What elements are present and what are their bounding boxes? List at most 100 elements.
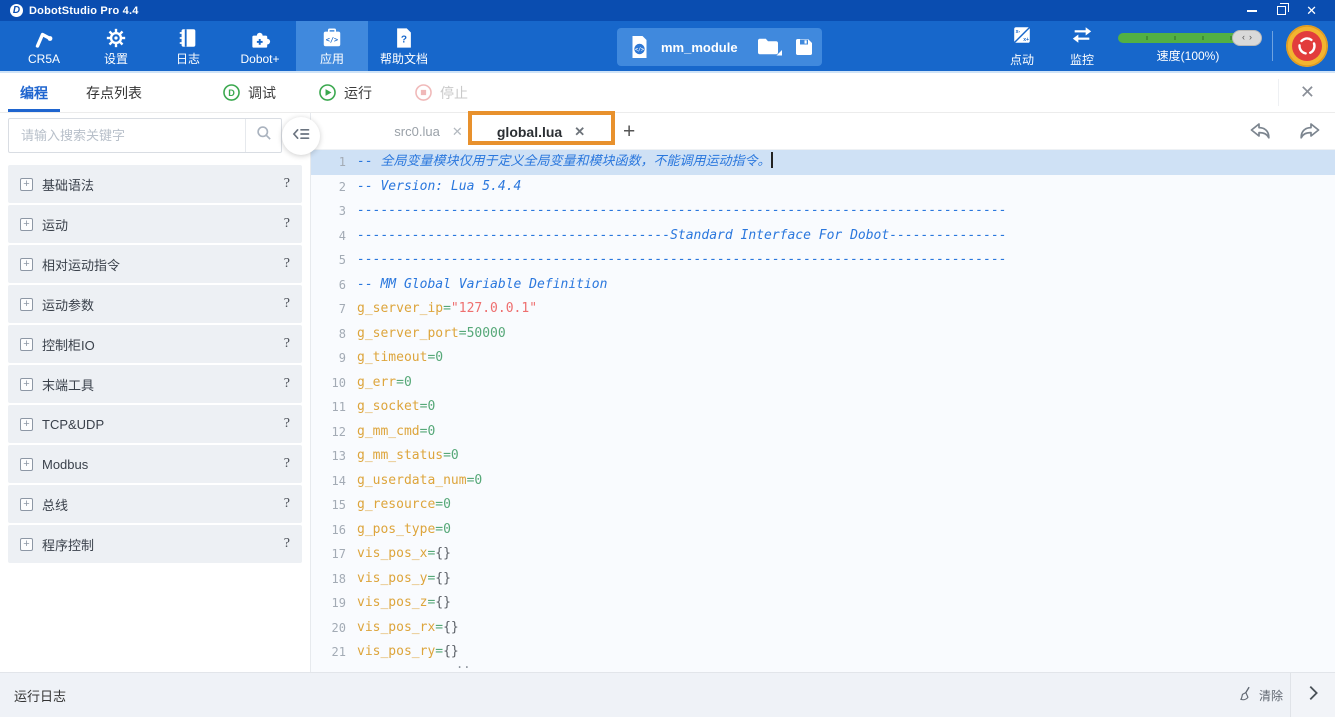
line-number: 19 — [331, 596, 346, 610]
token-variable: vis_pos_y — [357, 570, 428, 586]
token-number: 0 — [443, 521, 451, 537]
help-icon[interactable]: ? — [284, 496, 290, 512]
code-line: 8 g_server_port=50000 — [311, 322, 1335, 347]
token-number: 0 — [450, 448, 459, 463]
search-button[interactable] — [245, 119, 281, 152]
code-area[interactable]: 1 -- 全局变量模块仅用于定义全局变量和模块函数，不能调用运动指令。 2 -- Ve… — [311, 150, 1335, 672]
chevron-right-icon — [1304, 683, 1322, 708]
expand-icon[interactable]: + — [20, 497, 33, 511]
expand-icon[interactable]: + — [20, 537, 33, 551]
sidebar-category[interactable]: + 基础语法? — [8, 165, 302, 203]
undo-icon[interactable] — [1247, 119, 1273, 150]
nav-divider — [1278, 79, 1279, 106]
svg-text:x-: x- — [1016, 29, 1021, 35]
expand-icon[interactable]: + — [20, 217, 33, 231]
close-window-button[interactable]: ✕ — [1306, 4, 1317, 18]
help-icon[interactable]: ? — [284, 416, 290, 432]
line-number: 20 — [331, 620, 346, 635]
expand-icon[interactable]: + — [20, 417, 33, 431]
code-line: 19 vis_pos_z={} — [311, 591, 1335, 616]
stop-button[interactable]: 停止 — [414, 83, 468, 103]
token-variable: g_mm_cmd — [357, 423, 420, 439]
tab-point-list[interactable]: 存点列表 — [74, 73, 154, 112]
code-line: 9 g_timeout=0 — [311, 346, 1335, 371]
toolbar-item-cr5a[interactable]: CR5A — [8, 21, 80, 71]
run-button[interactable]: 运行 — [318, 83, 372, 103]
token-variable: vis_pos_ry — [357, 644, 436, 659]
tab-programming[interactable]: 编程 — [8, 73, 60, 112]
main-toolbar: CR5A 设置 日志 Dobot+ </> 应用? 帮助文档 </> mm_module x… — [0, 21, 1335, 71]
token-number: 0 — [474, 472, 483, 488]
token-comment: ----------------------------------------… — [357, 203, 1007, 218]
help-icon[interactable]: ? — [284, 336, 290, 352]
close-panel-icon[interactable]: ✕ — [1294, 73, 1321, 112]
help-icon[interactable]: ? — [284, 256, 290, 272]
line-number: 21 — [331, 645, 346, 659]
sidebar-category[interactable]: + Modbus? — [8, 445, 302, 483]
minimize-button[interactable] — [1247, 4, 1258, 18]
clear-log-button[interactable]: 清除 — [1238, 673, 1283, 717]
expand-icon[interactable]: + — [20, 177, 33, 191]
token-operator: = — [435, 619, 444, 635]
sidebar-category[interactable]: + 控制柜IO? — [8, 325, 302, 363]
sidebar-category[interactable]: + 末端工具? — [8, 365, 302, 403]
toolbar-item-help-docs[interactable]: ? 帮助文档 — [368, 21, 440, 71]
expand-log-button[interactable] — [1291, 673, 1335, 717]
category-label: 基础语法 — [42, 177, 95, 193]
close-tab-icon[interactable]: ✕ — [574, 124, 585, 140]
save-icon[interactable] — [794, 37, 814, 57]
stop-label: 停止 — [440, 84, 468, 101]
restore-button[interactable] — [1277, 3, 1290, 18]
token-operator: = — [435, 521, 444, 537]
sidebar-category[interactable]: + 相对运动指令? — [8, 245, 302, 283]
code-line: 16 g_pos_type=0 — [311, 518, 1335, 543]
expand-icon[interactable]: + — [20, 297, 33, 311]
token-variable: g_resource — [357, 497, 436, 512]
help-icon[interactable]: ? — [284, 216, 290, 232]
toolbar-item-logs[interactable]: 日志 — [152, 21, 224, 71]
close-tab-icon[interactable]: ✕ — [452, 124, 463, 140]
svg-text:x+: x+ — [1023, 37, 1029, 43]
redo-icon[interactable] — [1297, 119, 1323, 150]
line-number: 8 — [338, 326, 346, 341]
toolbar-item-dobot-plus[interactable]: Dobot+ — [224, 21, 296, 71]
search-input[interactable] — [9, 119, 245, 152]
line-number: 13 — [331, 449, 346, 463]
help-icon[interactable]: ? — [284, 176, 290, 192]
sidebar-category[interactable]: + 程序控制? — [8, 525, 302, 563]
category-label: 末端工具 — [42, 377, 95, 393]
run-log-title: 运行日志 — [14, 688, 67, 704]
category-label: 运动参数 — [42, 297, 95, 313]
toolbar-item-apps[interactable]: </> 应用 — [296, 21, 368, 71]
emergency-stop-button[interactable] — [1285, 24, 1329, 68]
editor-tab-global.lua[interactable]: global.lua ✕ — [471, 113, 611, 150]
open-folder-icon[interactable] — [757, 36, 783, 58]
token-operator: = — [458, 325, 467, 341]
sidebar-category[interactable]: + 运动? — [8, 205, 302, 243]
toolbar-item-settings[interactable]: 设置 — [80, 21, 152, 71]
code-line: 14 g_userdata_num=0 — [311, 469, 1335, 494]
expand-icon[interactable]: + — [20, 337, 33, 351]
speed-slider-track[interactable]: ‹ › — [1118, 29, 1262, 46]
expand-icon[interactable]: + — [20, 457, 33, 471]
expand-icon[interactable]: + — [20, 377, 33, 391]
project-pill[interactable]: </> mm_module — [617, 28, 822, 66]
monitor-button[interactable]: 监控 — [1052, 24, 1112, 68]
jog-button[interactable]: x-x+ 点动 — [992, 24, 1052, 68]
help-icon[interactable]: ? — [284, 296, 290, 312]
expand-icon[interactable]: + — [20, 257, 33, 271]
help-icon[interactable]: ? — [284, 536, 290, 552]
run-label: 运行 — [344, 84, 372, 101]
sidebar-category[interactable]: + 运动参数? — [8, 285, 302, 323]
toolbar-divider — [1272, 31, 1273, 61]
sidebar-category[interactable]: + 总线? — [8, 485, 302, 523]
help-icon[interactable]: ? — [284, 376, 290, 392]
help-icon[interactable]: ? — [284, 456, 290, 472]
code-line: 18 vis_pos_y={} — [311, 567, 1335, 592]
debug-button[interactable]: D 调试 — [222, 83, 276, 103]
speed-slider-handle[interactable]: ‹ › — [1232, 29, 1262, 46]
speed-control: ‹ › 速度(100%) — [1112, 29, 1264, 64]
new-tab-button[interactable]: + — [617, 113, 641, 150]
collapse-sidebar-button[interactable] — [282, 117, 320, 155]
sidebar-category[interactable]: + TCP&UDP? — [8, 405, 302, 443]
